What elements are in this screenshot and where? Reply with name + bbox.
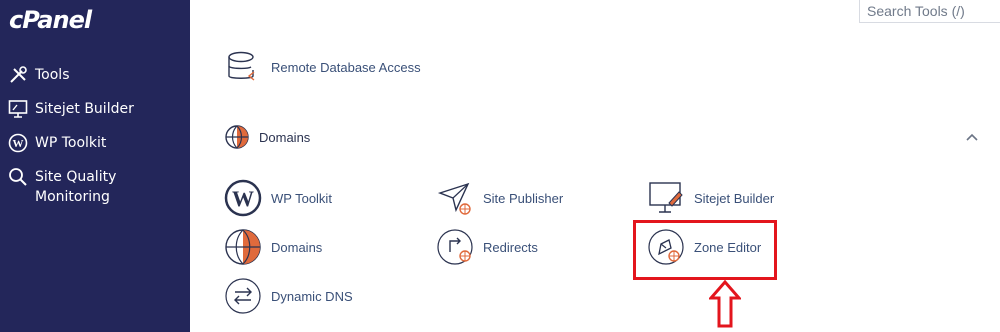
tool-label: Site Publisher [483, 190, 564, 206]
tool-domains[interactable]: Domains [224, 228, 322, 266]
monitor-icon [8, 100, 28, 118]
main-content: Search Tools (/) Remote Database Access … [190, 0, 1000, 332]
globe-icon [225, 125, 249, 149]
sidebar: cPanel Tools Sitejet Builder W WP Toolki… [0, 0, 190, 332]
tools-icon [10, 66, 27, 83]
tool-dynamic-dns[interactable]: Dynamic DNS [224, 277, 353, 315]
tool-wp-toolkit[interactable]: W WP Toolkit [224, 179, 332, 217]
sidebar-item-label: WP Toolkit [35, 135, 107, 151]
sidebar-item-wp-toolkit[interactable]: W WP Toolkit [8, 133, 106, 153]
tool-sitejet-builder[interactable]: Sitejet Builder [647, 179, 774, 217]
redirect-icon [437, 229, 473, 265]
sidebar-item-label: Site Quality Monitoring [35, 169, 117, 205]
tool-site-publisher[interactable]: Site Publisher [436, 179, 563, 217]
sidebar-item-site-quality-monitoring[interactable]: Site Quality Monitoring [8, 167, 178, 207]
sidebar-item-label: Tools [35, 67, 70, 83]
paper-plane-icon [437, 182, 471, 215]
highlight-box [633, 220, 777, 280]
wordpress-icon: W [224, 179, 262, 217]
wordpress-icon: W [8, 133, 28, 153]
tool-label: WP Toolkit [271, 190, 332, 206]
tool-label: Remote Database Access [271, 59, 421, 75]
dynamic-dns-icon [225, 278, 261, 314]
tool-label: Dynamic DNS [271, 288, 353, 304]
search-input[interactable]: Search Tools (/) [859, 0, 1000, 23]
tool-label: Redirects [483, 239, 538, 255]
cpanel-logo[interactable]: cPanel [9, 6, 92, 34]
monitor-icon [649, 182, 683, 213]
svg-text:W: W [232, 186, 254, 211]
sidebar-item-tools[interactable]: Tools [8, 65, 70, 85]
tool-redirects[interactable]: Redirects [436, 228, 538, 266]
up-arrow-annotation-icon [709, 280, 741, 328]
tool-remote-database-access[interactable]: Remote Database Access [224, 48, 421, 86]
chevron-up-icon[interactable] [965, 132, 979, 142]
tool-label: Domains [271, 239, 323, 255]
tool-label: Sitejet Builder [694, 190, 775, 206]
magnifier-icon [9, 168, 27, 186]
database-icon [228, 51, 255, 81]
section-title: Domains [259, 129, 311, 145]
sidebar-item-label: Sitejet Builder [35, 101, 134, 117]
section-header-domains[interactable]: Domains [224, 124, 310, 150]
svg-text:W: W [13, 138, 24, 150]
globe-icon [225, 229, 261, 265]
sidebar-item-sitejet-builder[interactable]: Sitejet Builder [8, 99, 134, 119]
